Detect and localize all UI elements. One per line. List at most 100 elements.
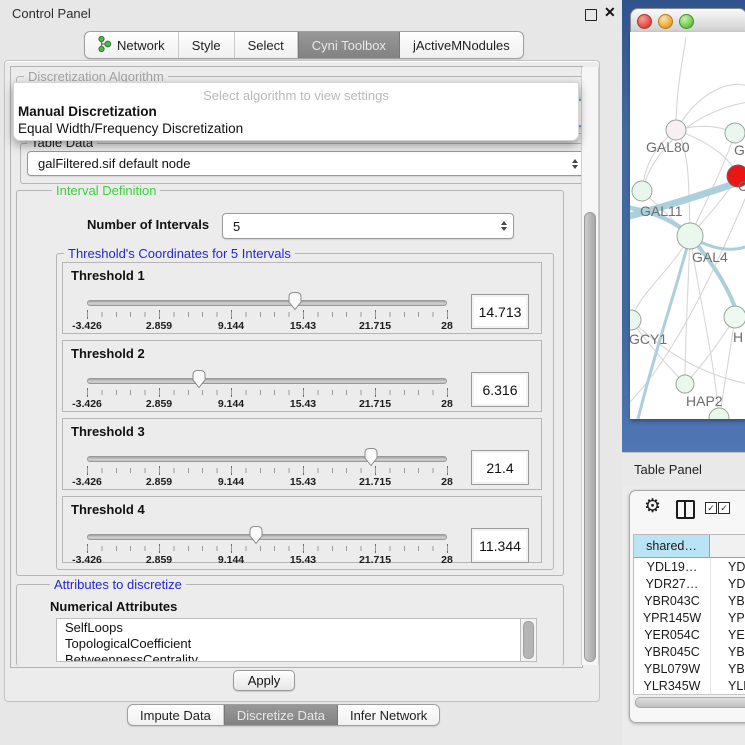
table-row[interactable]: YPR145WYPR1 bbox=[634, 610, 745, 627]
slider-tick-labels: -3.426 2.859 9.144 15.43 21.715 28 bbox=[87, 476, 447, 488]
column-header-name[interactable]: na bbox=[710, 535, 745, 558]
threshold-4-slider-thumb[interactable] bbox=[249, 525, 264, 550]
network-graph: GAL80 GA C GAL11 GAL4 GCY1 H HAP2 bbox=[630, 32, 745, 419]
popup-item-manual-discretization[interactable]: Manual Discretization bbox=[17, 104, 575, 120]
attributes-list-scrollbar[interactable] bbox=[520, 618, 537, 662]
threshold-coordinates-label: Threshold's Coordinates for 5 Intervals bbox=[64, 247, 295, 260]
node-hap2[interactable] bbox=[676, 375, 694, 393]
table-data-combobox[interactable]: galFiltered.sif default node bbox=[27, 151, 585, 176]
threshold-2-slider-track[interactable] bbox=[87, 378, 447, 384]
network-window-titlebar[interactable] bbox=[630, 8, 745, 34]
column-layout-icon[interactable] bbox=[676, 500, 695, 519]
threshold-2-value[interactable]: 6.316 bbox=[471, 372, 529, 407]
list-item-topologicalcoefficient[interactable]: TopologicalCoefficient bbox=[57, 637, 521, 651]
tab-impute-data[interactable]: Impute Data bbox=[128, 705, 224, 725]
slider-tick-labels: -3.426 2.859 9.144 15.43 21.715 28 bbox=[87, 320, 447, 332]
node-label-gal80: GAL80 bbox=[646, 139, 690, 155]
threshold-1-slider-thumb[interactable] bbox=[287, 291, 302, 316]
table-row[interactable]: YBR043CYBR0 bbox=[634, 593, 745, 610]
checkbox-icon[interactable]: ✓ bbox=[705, 502, 717, 514]
threshold-4-panel: Threshold 4 -3.426 2.859 9.144 15.43 21.… bbox=[62, 496, 542, 563]
scrollbar-thumb[interactable] bbox=[635, 697, 745, 708]
node-table: shared… na YDL19…YDL1 YDR27…YDR2 YBR043C… bbox=[633, 534, 745, 696]
node-label-partial-top: GA bbox=[734, 142, 745, 158]
threshold-3-panel: Threshold 3 -3.426 2.859 9.144 15.43 21.… bbox=[62, 418, 542, 490]
screen: Control Panel ✕ Network Style Select Cyn… bbox=[0, 0, 745, 745]
threshold-3-slider-thumb[interactable] bbox=[364, 447, 379, 472]
apply-button[interactable]: Apply bbox=[233, 670, 295, 691]
algorithm-dropdown-popup: Select algorithm to view settings Manual… bbox=[13, 82, 579, 141]
number-of-intervals-combobox[interactable]: 5 bbox=[222, 213, 514, 239]
control-panel-tabbar: Network Style Select Cyni Toolbox jActiv… bbox=[84, 31, 524, 59]
slider-ticks bbox=[87, 544, 448, 553]
table-horizontal-scrollbar[interactable] bbox=[633, 694, 745, 708]
node-gal11[interactable] bbox=[632, 181, 652, 201]
slider-tick-labels: -3.426 2.859 9.144 15.43 21.715 28 bbox=[87, 398, 447, 410]
list-item-betweennesscentrality[interactable]: BetweennessCentrality bbox=[57, 653, 521, 662]
list-item-selfloops[interactable]: SelfLoops bbox=[57, 621, 521, 635]
tab-cyni-toolbox[interactable]: Cyni Toolbox bbox=[298, 32, 400, 58]
table-panel-bar: Table Panel bbox=[622, 452, 745, 487]
settings-vertical-scrollbar[interactable] bbox=[581, 67, 599, 665]
table-row[interactable]: YDL19…YDL1 bbox=[634, 559, 745, 576]
node-label-partial-right: H bbox=[733, 329, 743, 345]
node-label-hap2: HAP2 bbox=[686, 393, 723, 409]
attributes-group-label: Attributes to discretize bbox=[50, 578, 186, 591]
tab-discretize-data[interactable]: Discretize Data bbox=[224, 705, 338, 725]
threshold-3-slider-track[interactable] bbox=[87, 456, 447, 462]
checkbox-icon[interactable]: ✓ bbox=[718, 502, 730, 514]
node-partial-top[interactable] bbox=[725, 123, 745, 143]
threshold-1-value[interactable]: 14.713 bbox=[471, 294, 529, 329]
tab-jactivemnodules[interactable]: jActiveMNodules bbox=[400, 32, 523, 58]
threshold-1-slider-track[interactable] bbox=[87, 300, 447, 306]
threshold-1-panel: Threshold 1 -3.426 2.859 9.144 15.43 21.… bbox=[62, 262, 542, 334]
threshold-4-slider-track[interactable] bbox=[87, 534, 447, 540]
table-row[interactable]: YER054CYER0 bbox=[634, 627, 745, 644]
network-graph-icon bbox=[98, 36, 111, 55]
node-partial-right[interactable] bbox=[724, 306, 745, 328]
node-gal4[interactable] bbox=[677, 223, 703, 249]
number-of-intervals-label: Number of Intervals bbox=[87, 217, 209, 232]
close-icon[interactable]: ✕ bbox=[604, 4, 616, 21]
table-panel-title: Table Panel bbox=[634, 462, 702, 477]
tab-select[interactable]: Select bbox=[235, 32, 298, 58]
table-row[interactable]: YDR27…YDR2 bbox=[634, 576, 745, 593]
tab-network[interactable]: Network bbox=[85, 32, 179, 58]
column-header-shared-name[interactable]: shared… bbox=[634, 535, 710, 558]
algorithm-popup-hint: Select algorithm to view settings bbox=[14, 88, 578, 103]
popup-item-equal-width-frequency[interactable]: Equal Width/Frequency Discretization bbox=[17, 121, 575, 137]
gear-icon[interactable]: ⚙ bbox=[644, 497, 661, 516]
close-traffic-light-icon[interactable] bbox=[637, 14, 652, 29]
node-gal80[interactable] bbox=[666, 120, 686, 140]
node-label-gcy1: GCY1 bbox=[630, 331, 667, 347]
panel-title: Control Panel bbox=[12, 6, 91, 21]
slider-ticks bbox=[87, 388, 448, 397]
combo-arrows-icon bbox=[495, 221, 513, 231]
table-row[interactable]: YBR045CYBR0 bbox=[634, 644, 745, 661]
slider-tick-labels: -3.426 2.859 9.144 15.43 21.715 28 bbox=[87, 554, 447, 566]
tab-style[interactable]: Style bbox=[179, 32, 235, 58]
numerical-attributes-label: Numerical Attributes bbox=[50, 599, 177, 614]
node-table-window: ⚙ ✓ ✓ shared… na YDL19…YDL1 YDR27…YDR2 Y… bbox=[629, 490, 745, 723]
threshold-4-value[interactable]: 11.344 bbox=[471, 528, 529, 563]
float-window-icon[interactable] bbox=[585, 9, 597, 21]
table-row[interactable]: YBL079WYBL0 bbox=[634, 661, 745, 678]
interval-definition-label: Interval Definition bbox=[52, 184, 160, 197]
table-data-value: galFiltered.sif default node bbox=[28, 156, 566, 171]
tab-infer-network[interactable]: Infer Network bbox=[338, 705, 439, 725]
scrollbar-thumb[interactable] bbox=[584, 212, 596, 662]
node-label-gal4: GAL4 bbox=[692, 249, 728, 265]
threshold-2-slider-thumb[interactable] bbox=[191, 369, 206, 394]
node-bottom-cut[interactable] bbox=[709, 408, 729, 419]
threshold-2-panel: Threshold 2 -3.426 2.859 9.144 15.43 21.… bbox=[62, 340, 542, 412]
slider-ticks bbox=[87, 310, 448, 319]
network-canvas: GAL80 GA C GAL11 GAL4 GCY1 H HAP2 bbox=[630, 32, 745, 419]
minimize-traffic-light-icon[interactable] bbox=[658, 14, 673, 29]
cyni-mode-tabbar: Impute Data Discretize Data Infer Networ… bbox=[127, 704, 440, 726]
node-label-partial-red: C bbox=[738, 178, 745, 194]
number-of-intervals-value: 5 bbox=[223, 219, 495, 234]
threshold-3-value[interactable]: 21.4 bbox=[471, 450, 529, 485]
node-label-gal11: GAL11 bbox=[640, 203, 683, 219]
zoom-traffic-light-icon[interactable] bbox=[679, 14, 694, 29]
tab-network-label: Network bbox=[117, 38, 165, 53]
